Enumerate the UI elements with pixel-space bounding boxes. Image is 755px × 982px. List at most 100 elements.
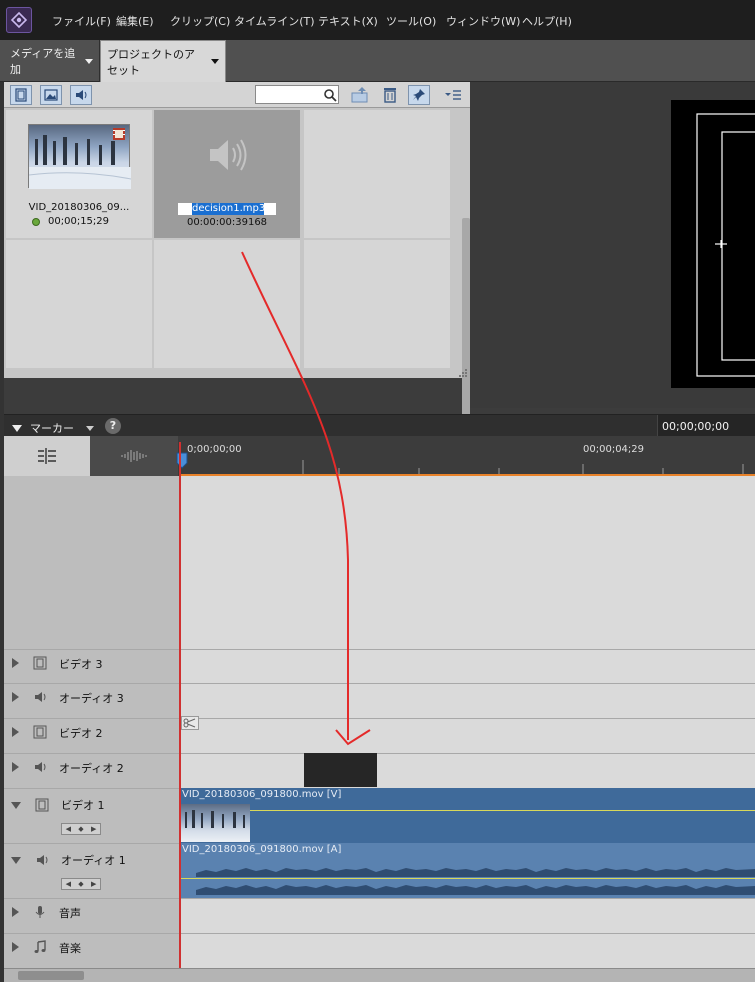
audio-waveform: [196, 868, 755, 895]
timeline-scroll-thumb[interactable]: [18, 971, 84, 980]
expand-icon[interactable]: [12, 762, 19, 772]
track-header-video2: ビデオ 2: [4, 718, 179, 753]
expand-icon[interactable]: [12, 942, 19, 952]
pin-button[interactable]: [408, 85, 430, 105]
keyframe-controls[interactable]: ◀ ◆ ▶: [61, 823, 101, 835]
video-clip[interactable]: VID_20180306_091800.mov [V]: [180, 788, 755, 843]
new-folder-icon[interactable]: [350, 86, 370, 107]
menu-timeline[interactable]: タイムライン(T): [234, 13, 315, 29]
speaker-icon: [35, 692, 46, 702]
playhead-handle-icon[interactable]: [176, 452, 188, 470]
tracks-icon: [38, 448, 56, 464]
menu-clip[interactable]: クリップ(C): [170, 13, 230, 29]
add-keyframe-icon[interactable]: ◆: [78, 825, 83, 833]
prev-keyframe-icon[interactable]: ◀: [66, 880, 71, 888]
resize-grip-icon[interactable]: [458, 368, 468, 381]
asset-item-video[interactable]: VID_20180306_09... 00;00;15;29: [6, 110, 152, 238]
menu-text[interactable]: テキスト(X): [318, 13, 378, 29]
filter-image-button[interactable]: [40, 85, 62, 105]
waveform-icon: [121, 450, 147, 462]
ruler-ticks: [302, 460, 744, 474]
drop-target-clip[interactable]: [304, 753, 377, 787]
track-view-button[interactable]: [4, 436, 90, 476]
ruler-start-label: 0;00;00;00: [187, 444, 242, 455]
expand-icon[interactable]: [12, 658, 19, 668]
prev-keyframe-icon[interactable]: ◀: [66, 825, 71, 833]
project-assets-button[interactable]: プロジェクトのアセット: [100, 40, 226, 82]
track-header-narration: 音声: [4, 898, 179, 933]
add-media-button[interactable]: メディアを追加: [4, 40, 100, 82]
clip-title: VID_20180306_091800.mov [A]: [182, 844, 342, 855]
film-icon: [33, 725, 47, 739]
filter-video-button[interactable]: [10, 85, 32, 105]
expand-icon[interactable]: [12, 907, 19, 917]
opacity-line[interactable]: [180, 810, 755, 811]
audio-clip[interactable]: VID_20180306_091800.mov [A]: [180, 843, 755, 898]
menu-file[interactable]: ファイル(F): [52, 13, 111, 29]
asset-name[interactable]: decision1.mp3: [192, 203, 265, 215]
next-keyframe-icon[interactable]: ▶: [91, 880, 96, 888]
asset-name: VID_20180306_09...: [28, 202, 130, 213]
asset-duration: 00;00;15;29: [48, 216, 110, 227]
speaker-icon: [76, 90, 87, 100]
filter-audio-button[interactable]: [70, 85, 92, 105]
track-name: ビデオ 2: [59, 727, 103, 740]
timecode-display[interactable]: 00;00;00;00: [657, 415, 755, 437]
track-header-music: 音楽: [4, 933, 179, 968]
asset-slot-empty: [304, 240, 450, 368]
marker-menu[interactable]: マーカー: [12, 420, 94, 436]
asset-duration-row: 00;00;15;29: [32, 216, 109, 227]
asset-toolbar: メディアを追加 プロジェクトのアセット: [0, 40, 755, 82]
microphone-icon: [35, 906, 45, 918]
timeline-scrollbar[interactable]: [4, 968, 755, 982]
panel-menu-icon[interactable]: [444, 88, 462, 105]
status-dot-icon: [32, 217, 40, 226]
collapse-icon[interactable]: [11, 856, 21, 864]
playhead-line[interactable]: [179, 442, 181, 968]
chevron-down-icon: [85, 58, 93, 64]
rename-field[interactable]: decision1.mp3: [178, 203, 276, 215]
menu-window[interactable]: ウィンドウ(W): [446, 13, 520, 29]
track-name: 音楽: [59, 942, 81, 955]
search-icon[interactable]: [323, 88, 337, 105]
track-header-video3: ビデオ 3: [4, 649, 179, 683]
ruler-mark-label: 00;00;04;29: [583, 444, 645, 455]
assets-panel-toolbar: [4, 82, 470, 108]
audio-view-button[interactable]: [90, 436, 178, 476]
trash-icon[interactable]: [382, 86, 398, 107]
next-keyframe-icon[interactable]: ▶: [91, 825, 96, 833]
assets-grid: VID_20180306_09... 00;00;15;29 decision1…: [4, 108, 470, 478]
help-button[interactable]: ?: [105, 418, 121, 434]
film-icon: [15, 88, 27, 102]
track-name: オーディオ 1: [61, 854, 126, 867]
keyframe-controls[interactable]: ◀ ◆ ▶: [61, 878, 101, 890]
speaker-icon: [206, 136, 248, 177]
chevron-down-icon: [211, 59, 219, 64]
expand-icon[interactable]: [12, 692, 19, 702]
track-name: オーディオ 2: [59, 762, 124, 775]
time-ruler[interactable]: 0;00;00;00 00;00;04;29: [176, 436, 755, 476]
asset-duration: 00:00:00:39168: [186, 217, 268, 228]
add-keyframe-icon[interactable]: ◆: [78, 880, 83, 888]
scissors-icon[interactable]: [181, 716, 199, 733]
menu-edit[interactable]: 編集(E): [116, 13, 154, 29]
music-note-icon: [34, 940, 46, 953]
film-icon: [112, 127, 126, 144]
asset-slot-empty: [154, 240, 300, 368]
image-icon: [44, 89, 58, 101]
track-header-audio2: オーディオ 2: [4, 753, 179, 788]
add-media-label: メディアを追加: [10, 47, 76, 76]
app-logo-icon[interactable]: [6, 7, 32, 33]
menu-help[interactable]: ヘルプ(H): [522, 13, 572, 29]
asset-item-audio[interactable]: decision1.mp3 00:00:00:39168: [154, 110, 300, 238]
menu-bar: ファイル(F) 編集(E) クリップ(C) タイムライン(T) テキスト(X) …: [0, 0, 755, 40]
track-name: オーディオ 3: [59, 692, 124, 705]
monitor-view[interactable]: [671, 100, 755, 388]
menu-tools[interactable]: ツール(O): [386, 13, 436, 29]
track-name: 音声: [59, 907, 81, 920]
expand-icon[interactable]: [12, 727, 19, 737]
film-icon: [35, 798, 49, 812]
collapse-icon[interactable]: [11, 801, 21, 809]
track-header-video1: ビデオ 1 ◀ ◆ ▶: [4, 788, 179, 843]
track-name: ビデオ 1: [61, 799, 105, 812]
